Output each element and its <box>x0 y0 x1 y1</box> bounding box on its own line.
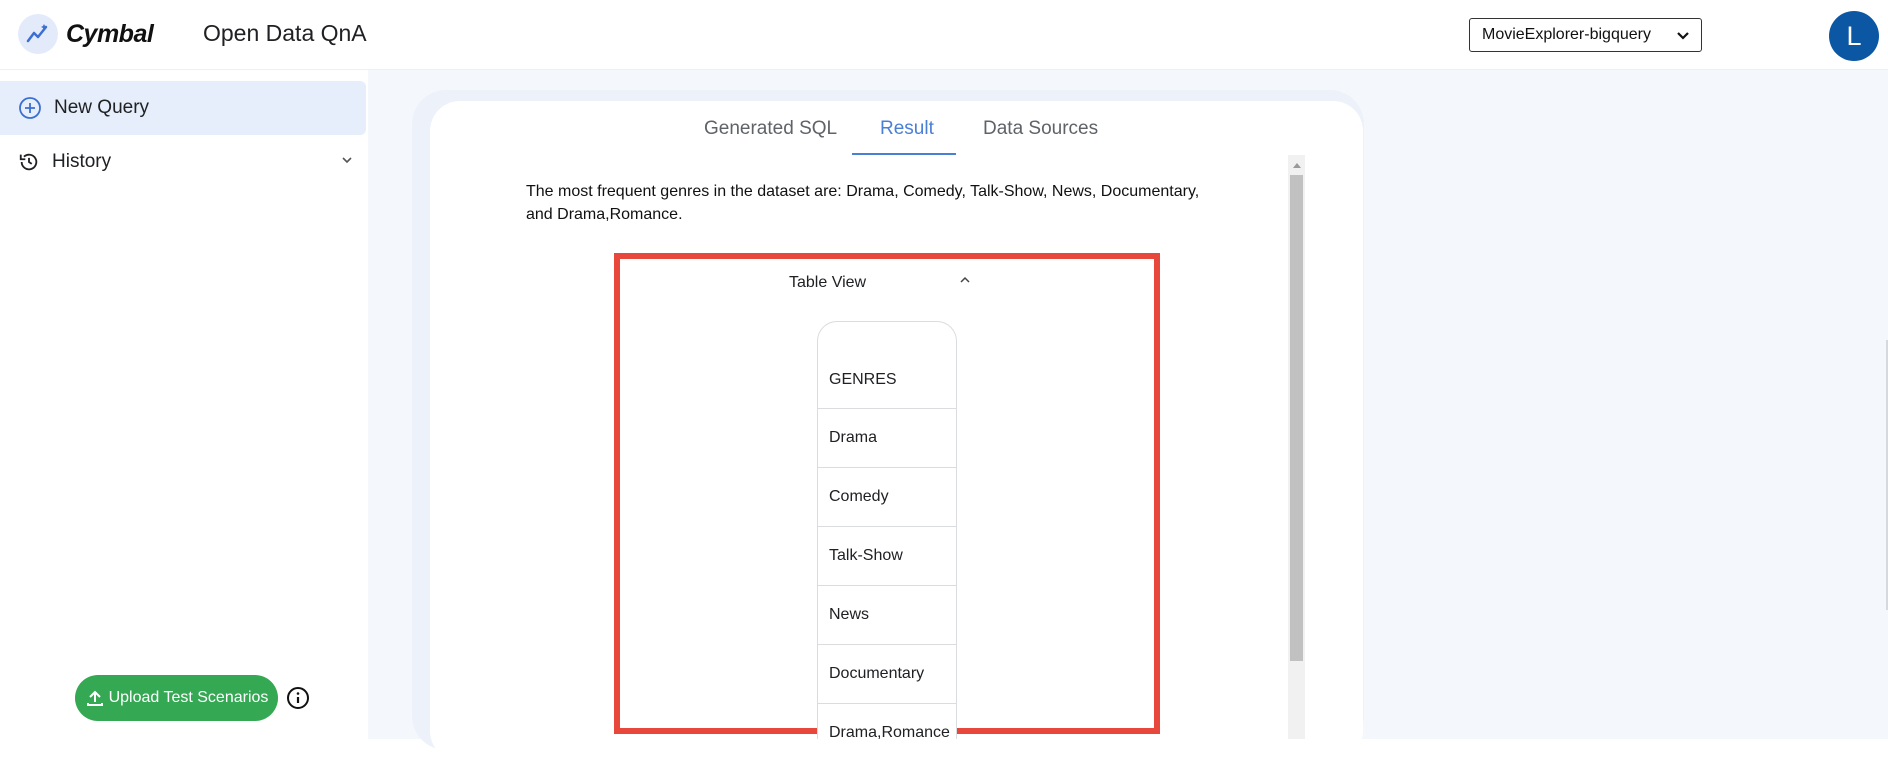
dataset-select-value: MovieExplorer-bigquery <box>1482 26 1651 43</box>
chevron-up-icon[interactable] <box>958 274 972 286</box>
user-avatar[interactable]: L <box>1829 11 1879 61</box>
scroll-up-arrow-icon[interactable] <box>1291 160 1303 170</box>
sidebar-item-new-query[interactable]: New Query <box>0 81 366 135</box>
upload-button-label: Upload Test Scenarios <box>108 689 269 706</box>
history-icon <box>18 151 40 173</box>
chevron-down-icon <box>1677 32 1689 40</box>
dataset-select[interactable]: MovieExplorer-bigquery <box>1469 18 1702 52</box>
table-header-genres: GENRES <box>818 337 956 409</box>
upload-icon <box>86 690 103 706</box>
tab-result[interactable]: Result <box>880 118 934 140</box>
table-view-label[interactable]: Table View <box>789 274 866 292</box>
tab-data-sources[interactable]: Data Sources <box>983 118 1098 140</box>
cymbal-logo-icon <box>18 14 58 54</box>
upload-test-scenarios-button[interactable]: Upload Test Scenarios <box>75 675 278 721</box>
table-row: Comedy <box>818 468 956 527</box>
result-summary: The most frequent genres in the dataset … <box>526 183 1200 223</box>
sidebar-item-history[interactable]: History <box>0 135 366 189</box>
genres-table: GENRES Drama Comedy Talk-Show News Docum… <box>817 321 957 739</box>
app-title: Open Data QnA <box>203 20 367 46</box>
info-icon[interactable] <box>286 686 310 710</box>
table-row: Drama <box>818 409 956 468</box>
scrollbar-thumb[interactable] <box>1290 175 1303 661</box>
chevron-down-icon[interactable] <box>340 153 354 167</box>
table-row: News <box>818 586 956 645</box>
plus-circle-icon <box>18 96 42 120</box>
table-row: Talk-Show <box>818 527 956 586</box>
sidebar-item-label: History <box>52 151 112 172</box>
tab-generated-sql[interactable]: Generated SQL <box>704 118 837 140</box>
sidebar: New Query History <box>0 70 368 739</box>
table-row: Drama,Romance <box>818 704 956 739</box>
table-row: Documentary <box>818 645 956 704</box>
active-tab-indicator <box>852 153 956 155</box>
top-bar: Cymbal Open Data QnA MovieExplorer-bigqu… <box>0 0 1888 70</box>
sidebar-item-label: New Query <box>54 97 150 118</box>
brand-name: Cymbal <box>66 20 154 48</box>
